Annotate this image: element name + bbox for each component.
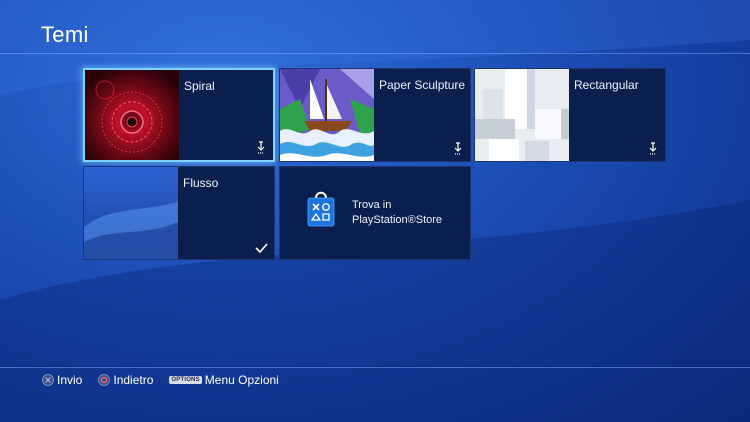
- store-label-line1: Trova in: [352, 199, 392, 211]
- theme-name: Spiral: [184, 79, 215, 93]
- rectangular-thumbnail: [475, 69, 569, 161]
- enter-label: Invio: [57, 373, 83, 387]
- flusso-thumbnail: [84, 167, 178, 259]
- header-divider: [0, 53, 750, 54]
- theme-name: Flusso: [183, 176, 219, 190]
- download-icon: [454, 142, 462, 155]
- theme-tile-rectangular[interactable]: Rectangular: [474, 68, 666, 162]
- cross-button-icon: [42, 374, 54, 386]
- store-label-line2: PlayStation®Store: [352, 214, 443, 226]
- page-title: Temi: [41, 22, 89, 47]
- theme-tile-flusso[interactable]: Flusso: [83, 166, 275, 260]
- download-icon: [257, 141, 265, 154]
- back-hint: Indietro: [98, 373, 153, 387]
- enter-hint: Invio: [42, 373, 82, 387]
- checkmark-icon: [255, 243, 268, 253]
- theme-name: Rectangular: [574, 78, 639, 92]
- button-hints-bar: Invio Indietro OPTIONS Menu Opzioni: [42, 373, 287, 387]
- theme-tile-spiral[interactable]: Spiral: [83, 68, 275, 162]
- footer-divider: [0, 367, 750, 368]
- paper-sculpture-thumbnail: [280, 69, 374, 161]
- playstation-store-tile[interactable]: Trova in PlayStation®Store: [279, 166, 471, 260]
- options-button-icon: OPTIONS: [169, 376, 202, 384]
- store-label: Trova in PlayStation®Store: [352, 198, 442, 228]
- spiral-thumbnail: [85, 70, 179, 160]
- options-label: Menu Opzioni: [204, 373, 279, 387]
- download-icon: [649, 142, 657, 155]
- theme-name: Paper Sculpture: [379, 78, 466, 92]
- theme-tile-paper-sculpture[interactable]: Paper Sculpture: [279, 68, 471, 162]
- back-label: Indietro: [113, 373, 154, 387]
- playstation-store-bag-icon: [307, 191, 335, 227]
- options-hint: OPTIONS Menu Opzioni: [169, 373, 279, 387]
- circle-button-icon: [98, 374, 111, 386]
